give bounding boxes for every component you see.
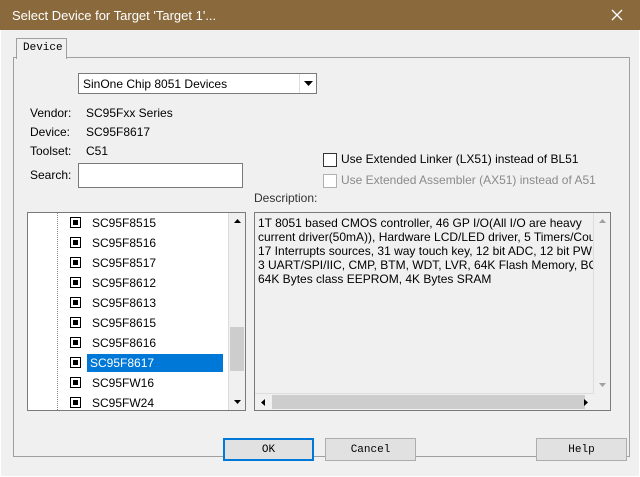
tree-item-label: SC95F8615 [92, 316, 157, 330]
chip-icon [70, 297, 81, 308]
tree-item[interactable]: SC95F8613 [66, 293, 236, 313]
vendor-label: Vendor: [30, 106, 72, 120]
chip-icon [70, 397, 81, 408]
cancel-button[interactable]: Cancel [325, 438, 416, 461]
chip-icon [70, 257, 81, 268]
description-horizontal-scrollbar[interactable] [255, 393, 594, 410]
scroll-up-button[interactable] [229, 213, 245, 229]
tree-item[interactable]: SC95FW24 [66, 393, 236, 410]
triangle-up-icon [598, 219, 606, 223]
tree-item-label: SC95F8612 [92, 276, 157, 290]
tree-item[interactable]: SC95F8612 [66, 273, 236, 293]
tree-item-label: SC95F8617 [87, 354, 223, 372]
tree-item-label: SC95F8517 [92, 256, 157, 270]
title-bar: Select Device for Target 'Target 1'... [0, 0, 640, 30]
help-button[interactable]: Help [536, 438, 627, 461]
vendor-database-value: SinOne Chip 8051 Devices [83, 77, 228, 91]
description-line: 1T 8051 based CMOS controller, 46 GP I/O… [258, 216, 582, 230]
search-input[interactable] [78, 163, 243, 188]
tree-item-label: SC95FW24 [92, 396, 155, 410]
tree-item[interactable]: SC95F8517 [66, 253, 236, 273]
scroll-thumb[interactable] [272, 395, 585, 409]
dialog-body: Device SinOne Chip 8051 Devices Vendor: … [1, 30, 639, 476]
close-icon [611, 9, 623, 21]
toolset-value: C51 [86, 144, 109, 158]
extended-linker-checkbox[interactable] [323, 153, 337, 167]
device-tree[interactable]: SC95F8515 SC95F8516 SC95F8517 SC95F8612 … [27, 212, 246, 411]
ok-button[interactable]: OK [223, 438, 314, 461]
tree-item[interactable]: SC95F8616 [66, 333, 236, 353]
triangle-down-icon [598, 383, 606, 387]
triangle-down-icon [233, 400, 241, 404]
tree-connector-line [57, 213, 58, 410]
scroll-right-button[interactable] [578, 394, 594, 410]
device-label: Device: [30, 125, 71, 139]
triangle-up-icon [233, 219, 241, 223]
toolset-label: Toolset: [30, 144, 72, 158]
scroll-down-button[interactable] [229, 394, 245, 410]
tree-item-label: SC95F8515 [92, 216, 157, 230]
tree-item[interactable]: SC95FW16 [66, 373, 236, 393]
search-label: Search: [30, 168, 72, 182]
extended-assembler-checkbox[interactable] [323, 174, 337, 188]
chip-icon [70, 337, 81, 348]
tree-item-label: SC95FW16 [92, 376, 155, 390]
tree-item[interactable]: SC95F8615 [66, 313, 236, 333]
tree-item[interactable]: SC95F8515 [66, 213, 236, 233]
description-line: 17 Interrupts sources, 31 way touch key,… [258, 244, 611, 258]
chip-icon [70, 317, 81, 328]
description-line: 3 UART/SPI/IIC, CMP, BTM, WDT, LVR, 64K … [258, 258, 611, 272]
tree-item-label: SC95F8613 [92, 296, 157, 310]
chip-icon [70, 357, 81, 368]
tree-vertical-scrollbar[interactable] [228, 213, 245, 410]
triangle-right-icon [584, 398, 588, 406]
tree-item-label: SC95F8616 [92, 336, 157, 350]
triangle-left-icon [261, 398, 265, 406]
vendor-database-select[interactable]: SinOne Chip 8051 Devices [78, 73, 317, 94]
close-button[interactable] [594, 0, 640, 30]
tree-item-label: SC95F8516 [92, 236, 157, 250]
description-line: 64K Bytes class EEPROM, 4K Bytes SRAM [258, 272, 492, 286]
description-line: current driver(50mA)), Hardware LCD/LED … [258, 230, 611, 244]
device-value: SC95F8617 [86, 125, 151, 139]
description-vertical-scrollbar[interactable] [593, 213, 610, 393]
extended-assembler-label: Use Extended Assembler (AX51) instead of… [341, 173, 596, 187]
window-title: Select Device for Target 'Target 1'... [12, 8, 217, 23]
dropdown-button[interactable] [299, 74, 316, 93]
vendor-value: SC95Fxx Series [86, 106, 173, 120]
extended-linker-label: Use Extended Linker (LX51) instead of BL… [341, 152, 579, 166]
scroll-thumb[interactable] [230, 327, 244, 371]
scroll-up-button[interactable] [594, 213, 610, 229]
scroll-down-button[interactable] [594, 377, 610, 393]
tree-item-selected[interactable]: SC95F8617 [66, 353, 236, 373]
description-box[interactable]: 1T 8051 based CMOS controller, 46 GP I/O… [254, 212, 611, 411]
scrollbar-corner [594, 394, 610, 410]
chevron-down-icon [303, 81, 313, 86]
tree-item[interactable]: SC95F8516 [66, 233, 236, 253]
scroll-left-button[interactable] [255, 394, 271, 410]
chip-icon [70, 377, 81, 388]
tab-device[interactable]: Device [16, 38, 67, 59]
chip-icon [70, 217, 81, 228]
chip-icon [70, 277, 81, 288]
chip-icon [70, 237, 81, 248]
description-label: Description: [254, 191, 318, 205]
tab-device-label: Device [23, 42, 63, 54]
